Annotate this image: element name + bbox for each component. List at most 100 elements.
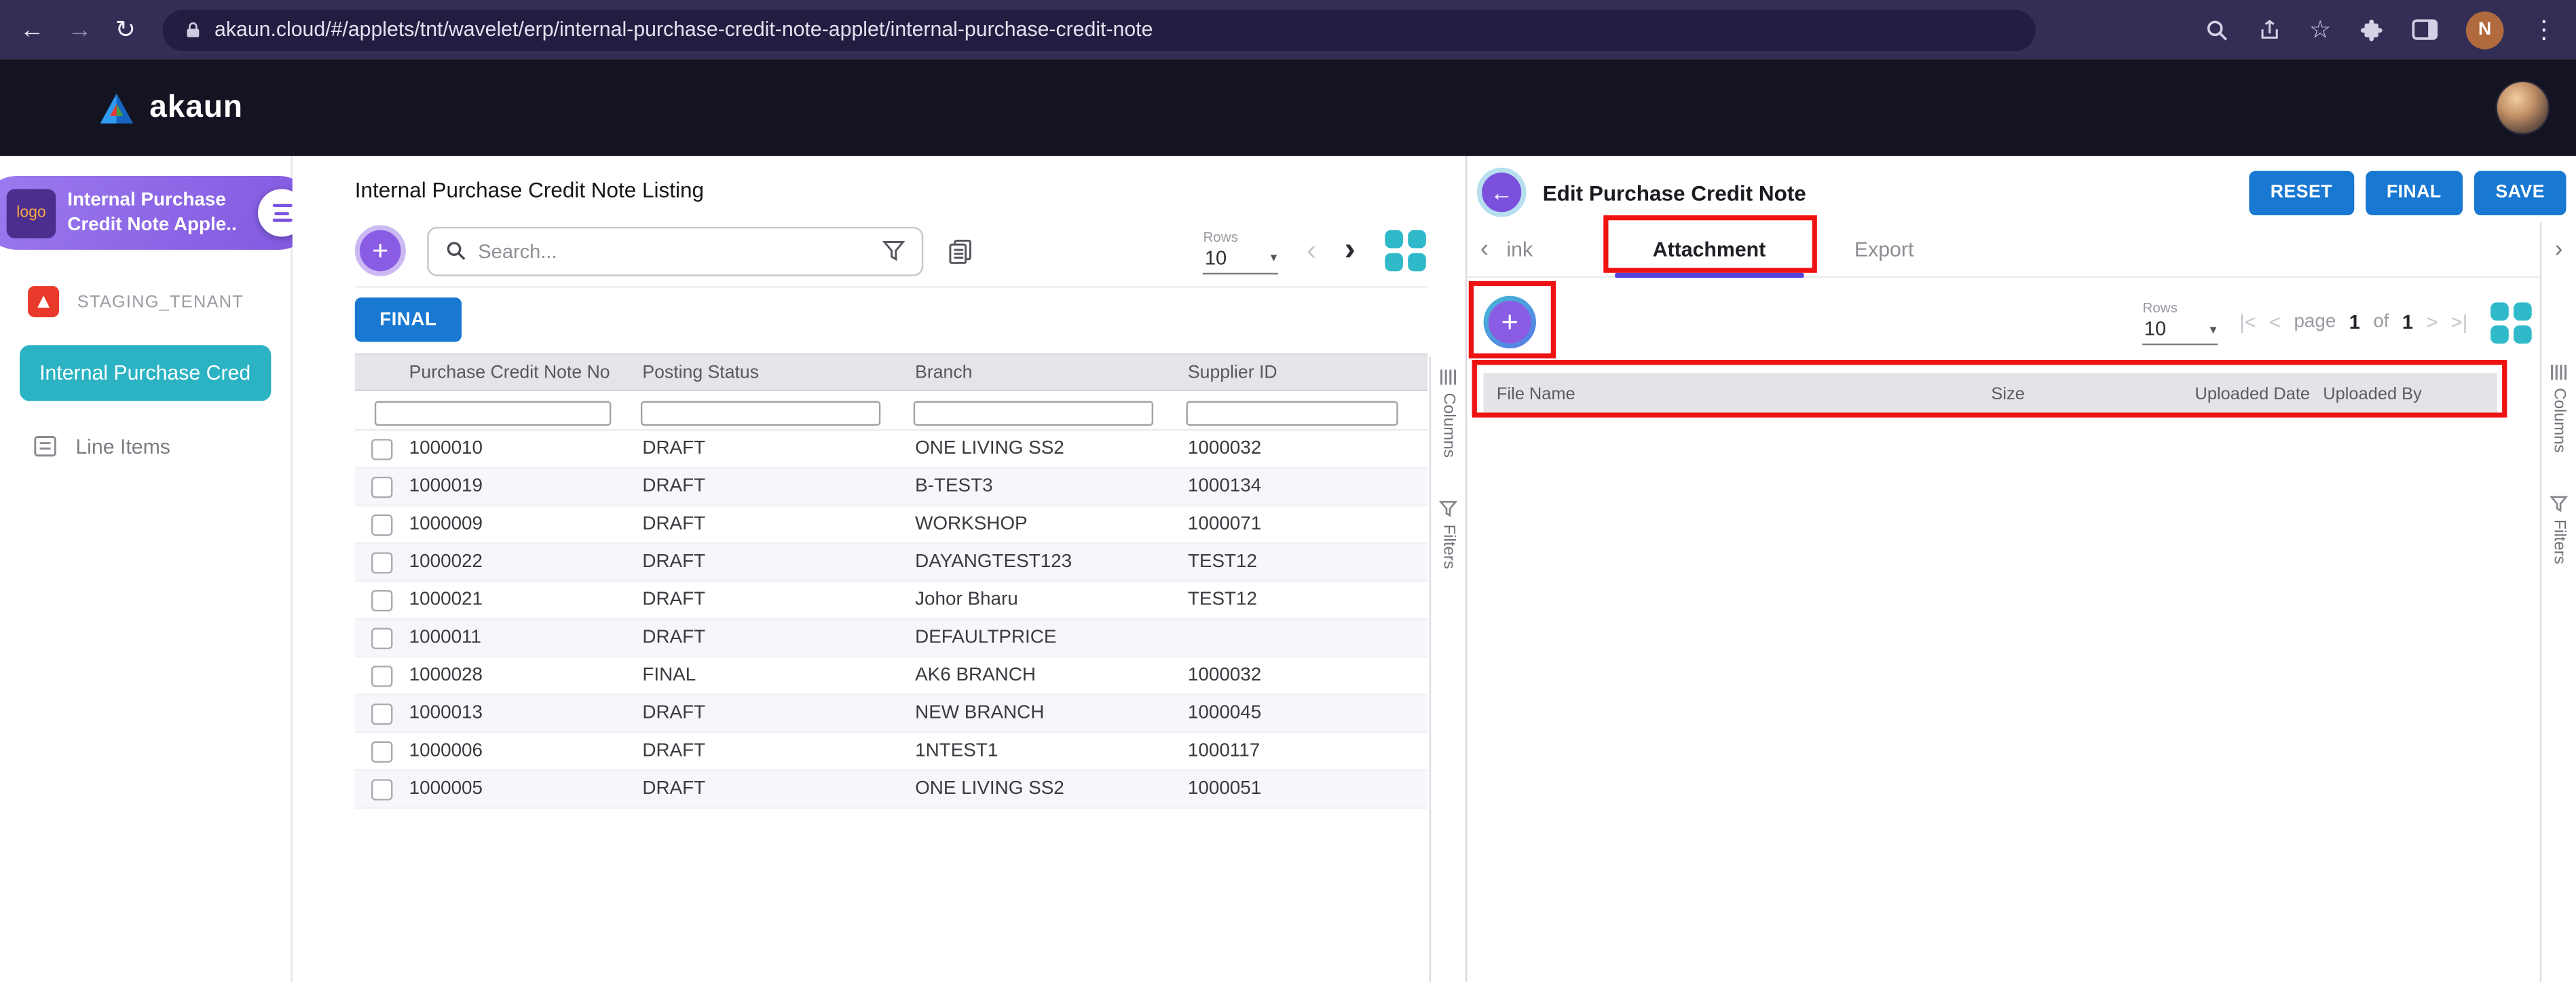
column-header-credit-note-no[interactable]: Purchase Credit Note No [407,363,641,382]
browser-menu-icon[interactable]: ⋮ [2532,17,2556,41]
columns-strip-label[interactable]: Columns [1439,393,1457,458]
cell-supplier-id: TEST12 [1186,552,1427,572]
table-row[interactable]: 1000021 DRAFT Johor Bharu TEST12 [355,582,1427,620]
user-avatar[interactable] [2495,81,2550,135]
search-input[interactable] [478,239,870,262]
row-checkbox[interactable] [371,438,392,459]
split-screen-icon[interactable] [2412,18,2438,41]
filter-supplier-id[interactable] [1186,400,1398,424]
back-button[interactable]: ← [1477,168,1527,217]
add-attachment-button[interactable]: + [1484,296,1536,348]
tab-attachment[interactable]: Attachment [1608,222,1810,276]
filters-strip-label[interactable]: Filters [1439,525,1457,570]
table-row[interactable]: 1000009 DRAFT WORKSHOP 1000071 [355,506,1427,544]
previous-page-icon[interactable]: < [2269,310,2281,333]
tabs-scroll-right-icon[interactable]: › [2555,235,2562,261]
table-row[interactable]: 1000011 DRAFT DEFAULTPRICE [355,619,1427,657]
listing-pagination: Rows 10 ▾ ‹ › [1203,228,1427,274]
filter-funnel-icon[interactable] [882,240,906,261]
rows-value: 10 [1205,246,1227,269]
previous-page-icon[interactable]: ‹ [1307,234,1317,268]
tabs-scroll-left-icon[interactable]: ‹ [1480,235,1504,263]
next-page-icon[interactable]: › [1345,232,1356,270]
tab-export[interactable]: Export [1810,222,1958,276]
attachment-rows-per-page-select[interactable]: Rows 10 ▾ [2142,299,2218,345]
filters-funnel-icon[interactable] [2550,496,2568,514]
row-checkbox[interactable] [371,589,392,611]
zoom-icon[interactable] [2204,17,2228,41]
attachment-table-header: File Name Size Uploaded Date Uploaded By [1484,373,2497,416]
cell-posting-status: DRAFT [641,477,914,496]
columns-grip-icon[interactable] [2550,363,2568,382]
share-icon[interactable] [2256,17,2281,41]
filter-credit-note-no[interactable] [375,400,612,424]
row-checkbox[interactable] [371,703,392,724]
cell-branch: ONE LIVING SS2 [914,439,1187,458]
column-header-uploaded-date[interactable]: Uploaded Date [2182,384,2310,404]
total-pages: 1 [2402,310,2413,333]
final-button[interactable]: FINAL [2365,170,2463,215]
filter-posting-status[interactable] [641,400,881,424]
browser-back-icon[interactable]: ← [20,17,44,41]
columns-strip-label[interactable]: Columns [2550,388,2568,453]
sidebar-item-internal-purchase-credit-note[interactable]: Internal Purchase Cred [20,345,271,401]
address-bar[interactable]: akaun.cloud/#/applets/tnt/wavelet/erp/in… [162,9,2035,50]
browser-reload-icon[interactable]: ↻ [115,17,135,41]
browser-profile-avatar[interactable]: N [2466,11,2504,49]
table-row[interactable]: 1000006 DRAFT 1NTEST1 1000117 [355,733,1427,771]
row-checkbox[interactable] [371,513,392,534]
table-row[interactable]: 1000019 DRAFT B-TEST3 1000134 [355,469,1427,507]
tab-link[interactable]: ink [1504,222,1553,276]
editor-header: ← Edit Purchase Credit Note RESET FINAL … [1467,156,2576,222]
next-page-icon[interactable]: > [2426,310,2438,333]
cell-posting-status: FINAL [641,666,914,685]
table-row[interactable]: 1000013 DRAFT NEW BRANCH 1000045 [355,695,1427,733]
final-bulk-action-button[interactable]: FINAL [355,297,462,342]
search-box[interactable] [427,226,923,276]
rows-per-page-select[interactable]: Rows 10 ▾ [1203,228,1278,274]
applet-pill[interactable]: logo Internal Purchase Credit Note Apple… [0,176,316,250]
row-checkbox[interactable] [371,627,392,648]
last-page-icon[interactable]: >| [2451,310,2468,333]
page-number: 1 [2349,310,2360,333]
grid-view-icon[interactable] [1383,228,1427,272]
table-row[interactable]: 1000005 DRAFT ONE LIVING SS2 1000051 [355,771,1427,809]
browser-forward-icon[interactable]: → [67,17,92,41]
tenant-selector[interactable]: STAGING_TENANT [0,271,291,332]
table-row[interactable]: 1000028 FINAL AK6 BRANCH 1000032 [355,657,1427,695]
table-row[interactable]: 1000010 DRAFT ONE LIVING SS2 1000032 [355,431,1427,469]
saved-list-icon[interactable] [948,238,973,264]
filter-branch[interactable] [914,400,1154,424]
column-header-file-name[interactable]: File Name [1484,384,1979,404]
row-checkbox[interactable] [371,476,392,497]
row-checkbox[interactable] [371,665,392,686]
first-page-icon[interactable]: |< [2239,310,2256,333]
bookmark-star-icon[interactable]: ☆ [2309,15,2332,45]
row-checkbox[interactable] [371,551,392,572]
grid-view-icon[interactable] [2489,300,2533,344]
cell-posting-status: DRAFT [641,628,914,648]
cell-credit-note-no: 1000005 [407,779,641,799]
lock-icon [183,19,202,40]
column-header-branch[interactable]: Branch [914,363,1187,382]
sidebar-item-line-items[interactable]: Line Items [0,421,291,472]
akaun-triangle-icon [98,91,134,124]
column-header-posting-status[interactable]: Posting Status [641,363,914,382]
table-row[interactable]: 1000022 DRAFT DAYANGTEST123 TEST12 [355,544,1427,582]
cell-branch: Johor Bharu [914,590,1187,610]
column-header-uploaded-by[interactable]: Uploaded By [2310,384,2497,404]
brand-logo[interactable]: akaun [98,90,243,126]
add-record-button[interactable]: + [355,225,406,276]
url-text: akaun.cloud/#/applets/tnt/wavelet/erp/in… [214,18,1153,41]
row-checkbox[interactable] [371,778,392,799]
chevron-down-icon: ▾ [2210,321,2217,336]
column-header-size[interactable]: Size [1978,384,2182,404]
save-button[interactable]: SAVE [2474,170,2566,215]
filters-funnel-icon[interactable] [1439,501,1457,519]
filters-strip-label[interactable]: Filters [2550,520,2568,565]
extensions-icon[interactable] [2359,17,2384,41]
row-checkbox[interactable] [371,740,392,761]
reset-button[interactable]: RESET [2249,170,2353,215]
columns-grip-icon[interactable] [1439,368,1457,386]
column-header-supplier-id[interactable]: Supplier ID [1186,363,1427,382]
